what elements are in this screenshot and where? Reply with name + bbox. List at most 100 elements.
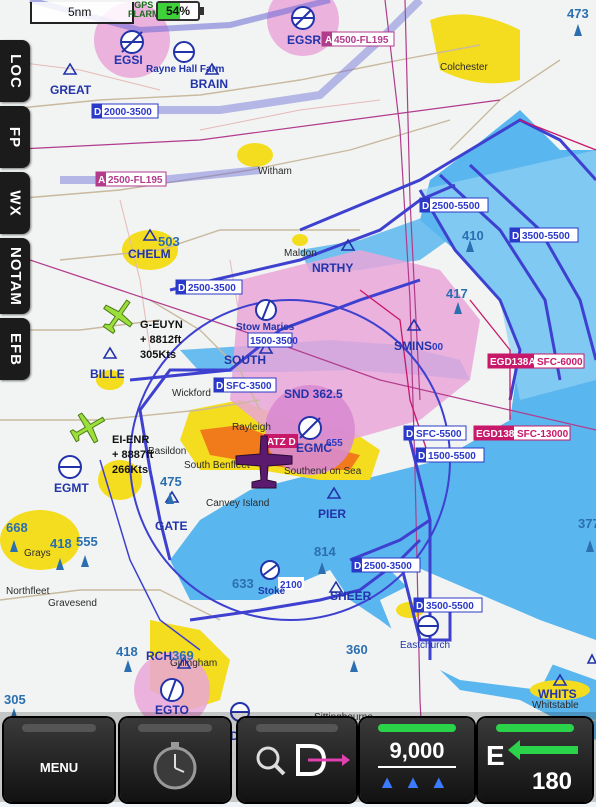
label-whitstable: Whitstable: [532, 700, 579, 711]
svg-text:D: D: [406, 429, 413, 440]
airfield-stoke[interactable]: [260, 560, 280, 580]
direct-to-button-cap: [256, 724, 338, 732]
airspace-tag-egd138a: EGD138A SFC-6000: [487, 353, 585, 369]
traffic-altitude: + 8812ft: [140, 334, 182, 346]
menu-button-cap: [22, 724, 96, 732]
scale-label: 5nm: [68, 5, 92, 19]
traffic-callsign: EI-ENR: [112, 434, 149, 446]
label-egmt: EGMT: [54, 481, 89, 495]
airfield-egmt[interactable]: [58, 455, 82, 479]
elev-814: 814: [314, 544, 336, 559]
svg-text:3500-5500: 3500-5500: [522, 231, 570, 242]
airspace-tag-d2000: D 2000-3500: [91, 103, 159, 119]
label-grays: Grays: [24, 548, 51, 559]
svg-text:A: A: [98, 175, 105, 186]
tab-wx-label: WX: [6, 189, 24, 217]
airfield-stow-maries[interactable]: [255, 299, 277, 321]
airfield-egsr[interactable]: [291, 6, 315, 30]
airfield-eastchurch[interactable]: [417, 615, 439, 637]
svg-text:D: D: [418, 451, 425, 462]
elev-555: 555: [76, 534, 98, 549]
label-southend: Southend on Sea: [284, 466, 362, 477]
label-south: SOUTH: [224, 353, 266, 367]
tab-notam[interactable]: NOTAM: [0, 238, 30, 314]
traffic-callsign: G-EUYN: [140, 319, 183, 331]
elev-305: 305: [4, 692, 26, 707]
label-chelm: CHELM: [128, 247, 171, 261]
label-bille: BILLE: [90, 367, 125, 381]
svg-text:00: 00: [432, 342, 444, 353]
airspace-tag-d1500-3500: 1500-3500: [247, 332, 298, 348]
traffic-altitude: + 8887ft: [112, 449, 154, 461]
label-stoke: Stoke: [258, 586, 286, 597]
label-canvey: Canvey Island: [206, 498, 269, 509]
elev-475: 475: [160, 474, 182, 489]
svg-text:2500-FL195: 2500-FL195: [108, 175, 163, 186]
traffic-speed: 266Kts: [112, 464, 148, 476]
tab-loc-label: LOC: [6, 53, 24, 89]
svg-text:3500-5500: 3500-5500: [426, 601, 474, 612]
elev-473: 473: [567, 6, 589, 21]
svg-text:2000-3500: 2000-3500: [104, 107, 152, 118]
tab-fp[interactable]: FP: [0, 106, 30, 168]
svg-text:D: D: [94, 107, 101, 118]
svg-text:2500-5500: 2500-5500: [432, 201, 480, 212]
altitude-value: 9,000: [389, 738, 445, 763]
svg-text:ATZ D: ATZ D: [267, 437, 296, 448]
heading-value: 180: [531, 768, 573, 795]
svg-text:SFC-5500: SFC-5500: [416, 429, 462, 440]
airspace-tag-d2500-3500: D 2500-3500: [175, 279, 243, 295]
label-rayleigh: Rayleigh: [232, 422, 271, 433]
elev-418: 418: [50, 536, 72, 551]
elev-360: 360: [346, 642, 368, 657]
airspace-tag-d2500-5500-ne: D 2500-5500: [419, 197, 489, 213]
label-gravesend: Gravesend: [48, 598, 97, 609]
label-snd: SND 362.5: [284, 387, 343, 401]
airfield-egto[interactable]: [160, 678, 184, 702]
tab-loc[interactable]: LOC: [0, 40, 30, 102]
svg-text:D: D: [512, 231, 519, 242]
airfield-egmc[interactable]: [298, 416, 322, 440]
label-egmc: EGMC: [296, 441, 332, 455]
label-nrthy: NRTHY: [312, 261, 353, 275]
tab-notam-label: NOTAM: [6, 246, 24, 306]
timer-button[interactable]: [120, 718, 230, 802]
heading-button[interactable]: E 180: [478, 718, 592, 802]
tab-wx[interactable]: WX: [0, 172, 30, 234]
elev-503: 503: [158, 234, 180, 249]
svg-text:SFC-13000: SFC-13000: [517, 429, 569, 440]
label-rch: RCH: [146, 649, 172, 663]
elev-369: 369: [172, 648, 194, 663]
altitude-button[interactable]: 9,000 ▲▲▲: [360, 718, 474, 802]
menu-button[interactable]: MENU: [4, 718, 114, 802]
svg-text:SFC-6000: SFC-6000: [537, 357, 583, 368]
tab-efb[interactable]: EFB: [0, 318, 30, 380]
label-egsr: EGSR: [287, 33, 321, 47]
elev-668: 668: [6, 520, 28, 535]
bottom-toolbar: MENU 9,000 ▲▲▲ E 180: [0, 712, 596, 802]
airfield-egsi[interactable]: [120, 30, 144, 54]
gps-flarm-status: GPS FLARM: [128, 1, 160, 19]
flarm-label: FLARM: [128, 9, 160, 19]
svg-text:SFC-3500: SFC-3500: [226, 381, 272, 392]
label-stow: Stow Maries: [236, 322, 295, 333]
elev-377: 377: [578, 516, 596, 531]
elev-410: 410: [462, 228, 484, 243]
svg-text:D: D: [354, 561, 361, 572]
aviation-chart-map[interactable]: A 4500-FL195 D 2000-3500 A 2500-FL195 D …: [0, 0, 596, 802]
battery-indicator: 54%: [156, 1, 204, 21]
label-wickford: Wickford: [172, 388, 211, 399]
timer-button-cap: [138, 724, 212, 732]
svg-text:D: D: [216, 381, 223, 392]
airfield-rayne[interactable]: [173, 41, 195, 63]
label-egsi: EGSI: [114, 53, 143, 67]
label-colchester: Colchester: [440, 62, 488, 73]
svg-text:D: D: [178, 283, 185, 294]
airspace-tag-dsfc3500: D SFC-3500: [213, 377, 277, 393]
direct-to-button[interactable]: [238, 718, 356, 802]
map-scale-bar: 5nm: [30, 2, 134, 24]
atz-tag: ATZ D: [264, 434, 298, 448]
label-whits: WHITS: [538, 687, 577, 701]
battery-label: 54%: [165, 4, 191, 18]
tab-efb-label: EFB: [6, 332, 24, 366]
